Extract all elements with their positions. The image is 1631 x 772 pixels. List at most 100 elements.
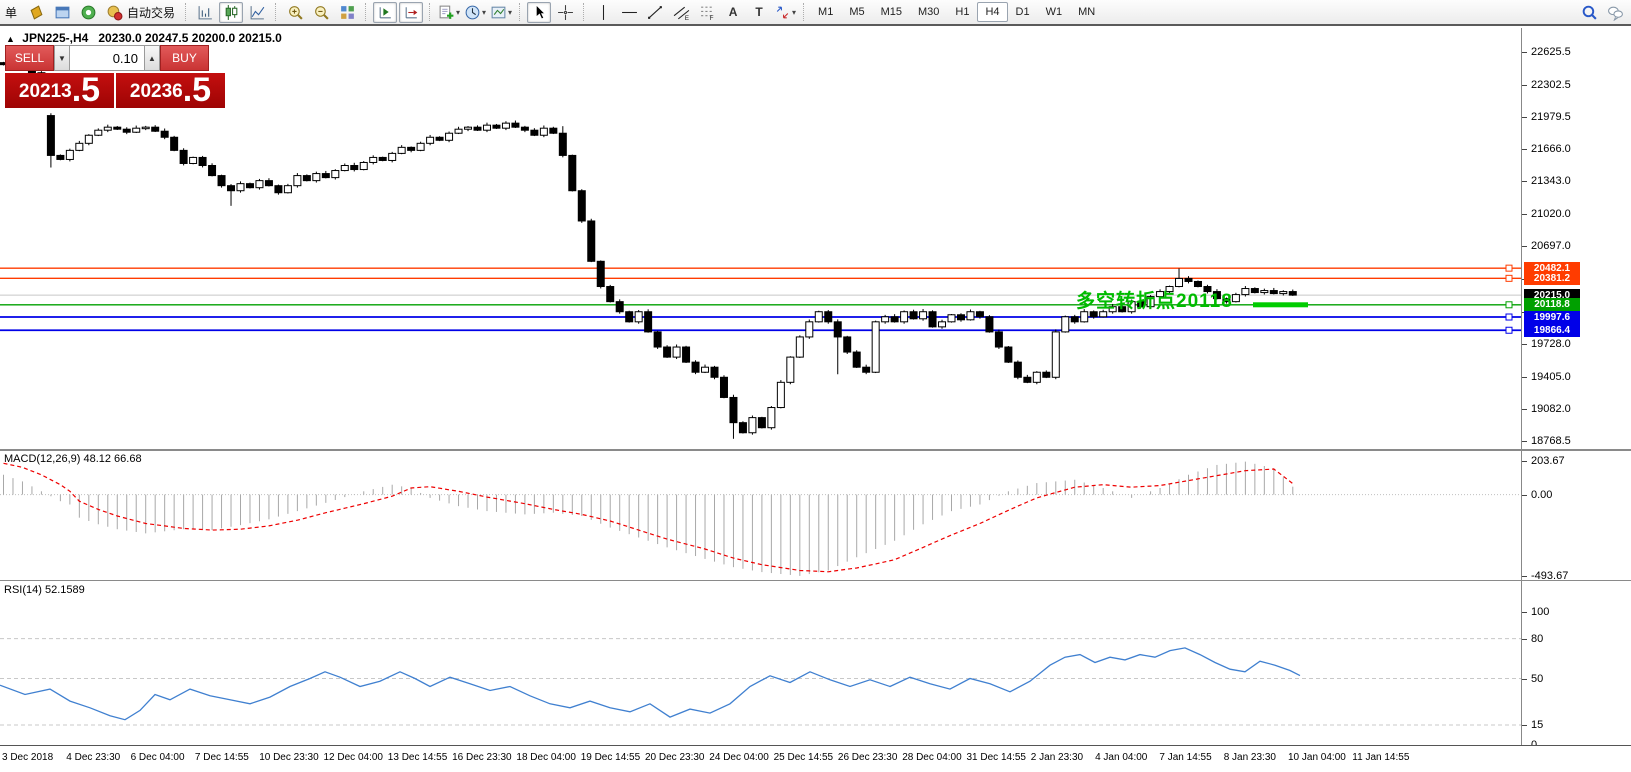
fibo-icon: F bbox=[700, 6, 714, 21]
rsi-panel-canvas[interactable] bbox=[0, 582, 1521, 745]
bar-chart-button[interactable] bbox=[193, 2, 217, 23]
time-axis-label: 10 Jan 04:00 bbox=[1288, 752, 1346, 763]
timeframe-m1-button[interactable]: M1 bbox=[810, 2, 841, 22]
candlestick-button[interactable] bbox=[219, 1, 244, 23]
menu-fragment[interactable]: 单 bbox=[5, 4, 17, 21]
channel-button[interactable]: E bbox=[669, 2, 693, 23]
time-axis-label: 20 Dec 23:30 bbox=[645, 752, 705, 763]
timeframe-h1-button[interactable]: H1 bbox=[947, 2, 977, 22]
rsi-panel-separator[interactable] bbox=[0, 580, 1631, 581]
trendline-button[interactable] bbox=[643, 2, 667, 23]
candle-body bbox=[369, 156, 378, 163]
time-axis-label: 24 Dec 04:00 bbox=[709, 752, 769, 763]
vertical-line-button[interactable] bbox=[591, 2, 615, 23]
periods-button[interactable]: ▾ bbox=[463, 2, 487, 23]
price-level-chip[interactable]: 20118.8 bbox=[1524, 298, 1580, 312]
volume-decrease-button[interactable]: ▼ bbox=[54, 45, 70, 71]
sell-price-box[interactable]: 20213.5 bbox=[5, 73, 114, 108]
zoom-out-button[interactable] bbox=[309, 2, 333, 23]
autotrading-button[interactable]: 自动交易 bbox=[101, 2, 180, 23]
line-handle[interactable] bbox=[1505, 274, 1513, 282]
tile-windows-button[interactable] bbox=[335, 2, 359, 23]
candle-body bbox=[862, 366, 871, 373]
volume-increase-button[interactable]: ▲ bbox=[144, 45, 160, 71]
candle-body bbox=[321, 173, 330, 179]
timeframe-h4-button[interactable]: H4 bbox=[977, 2, 1008, 22]
price-tick-dash bbox=[1522, 376, 1527, 378]
buy-button[interactable]: BUY bbox=[160, 45, 209, 71]
crosshair-button[interactable] bbox=[553, 2, 577, 23]
search-button[interactable] bbox=[1577, 2, 1601, 23]
rsi-tick-dash bbox=[1522, 678, 1527, 680]
timeframe-w1-button[interactable]: W1 bbox=[1038, 2, 1071, 22]
new-order-icon[interactable] bbox=[24, 2, 48, 23]
candle-body bbox=[227, 185, 236, 192]
time-axis-label: 6 Dec 04:00 bbox=[130, 752, 185, 763]
candle-body bbox=[302, 175, 311, 182]
profiles-icon[interactable] bbox=[50, 2, 74, 23]
text-button[interactable]: A bbox=[721, 2, 745, 23]
timeframe-d1-button[interactable]: D1 bbox=[1008, 2, 1038, 22]
volume-input[interactable] bbox=[70, 45, 144, 71]
trend-annotation-text[interactable]: 多空转折点20118 bbox=[1076, 286, 1233, 313]
new-chart-button[interactable]: ▾ bbox=[437, 2, 461, 23]
candle-body bbox=[359, 161, 368, 171]
time-axis-label: 4 Jan 04:00 bbox=[1095, 752, 1148, 763]
collapse-triangle-icon[interactable]: ▲ bbox=[6, 34, 15, 44]
rsi-axis-label: 100 bbox=[1531, 606, 1550, 618]
candle-body bbox=[378, 156, 387, 161]
toolbar-separator bbox=[803, 3, 805, 21]
green-trend-segment[interactable] bbox=[1253, 302, 1308, 308]
fibonacci-button[interactable]: F bbox=[695, 2, 719, 23]
toolbar: 单自动交易 ▾ ▾ ▾ E F A T ▾ M1 M5 M15 M30 H1 H4 D1 W1 MN bbox=[0, 0, 1631, 26]
timeframe-m5-button[interactable]: M5 bbox=[841, 2, 872, 22]
line-handle[interactable] bbox=[1505, 301, 1513, 309]
price-tick-label: 21979.5 bbox=[1531, 111, 1571, 124]
line-chart-button[interactable] bbox=[245, 2, 269, 23]
candle-body bbox=[473, 126, 482, 131]
chart-shift-button[interactable] bbox=[399, 1, 424, 23]
line-handle[interactable] bbox=[1505, 313, 1513, 321]
time-axis[interactable]: 3 Dec 2018 4 Dec 23:30 6 Dec 04:00 7 Dec 14… bbox=[0, 745, 1631, 772]
main-chart-canvas[interactable] bbox=[0, 28, 1521, 450]
toolbar-separator bbox=[519, 3, 521, 21]
price-level-chip[interactable]: 19997.6 bbox=[1524, 310, 1580, 324]
buy-price-box[interactable]: 20236.5 bbox=[116, 73, 225, 108]
price-tick-label: 18768.5 bbox=[1531, 434, 1571, 447]
sell-button[interactable]: SELL bbox=[5, 45, 54, 71]
arrows-button[interactable]: ▾ bbox=[773, 2, 797, 23]
templates-button[interactable]: ▾ bbox=[489, 2, 513, 23]
price-tick-label: 22625.5 bbox=[1531, 46, 1571, 58]
auto-scroll-button[interactable] bbox=[373, 1, 398, 23]
candle-body bbox=[682, 346, 691, 363]
rsi-axis-label: 80 bbox=[1531, 632, 1544, 645]
candle-body bbox=[151, 126, 160, 132]
market-watch-icon[interactable] bbox=[76, 2, 100, 23]
chat-button[interactable] bbox=[1603, 2, 1627, 23]
candle-body bbox=[606, 286, 615, 303]
price-level-chip[interactable]: 20381.2 bbox=[1524, 271, 1580, 285]
macd-panel-separator[interactable] bbox=[0, 449, 1631, 451]
cursor-button[interactable] bbox=[527, 1, 552, 23]
timeframe-mn-button[interactable]: MN bbox=[1070, 2, 1103, 22]
price-level-chip[interactable]: 19866.4 bbox=[1524, 323, 1580, 337]
svg-text:F: F bbox=[709, 14, 713, 20]
candle-body bbox=[568, 154, 577, 192]
candles-icon bbox=[225, 4, 237, 20]
zoom-in-button[interactable] bbox=[283, 2, 307, 23]
timeframe-m30-button[interactable]: M30 bbox=[910, 2, 947, 22]
macd-panel-canvas[interactable] bbox=[0, 452, 1521, 580]
line-handle[interactable] bbox=[1505, 326, 1513, 334]
candle-body bbox=[65, 149, 74, 160]
text-label-button[interactable]: T bbox=[747, 2, 771, 23]
candle-body bbox=[776, 381, 785, 409]
one-click-trading-panel: SELL ▼ ▲ BUY 20213.5 20236.5 bbox=[5, 45, 225, 108]
price-axis[interactable]: 22625.5 22302.5 21979.5 21666.0 21343.0 21020… bbox=[1521, 28, 1631, 751]
timeframe-m15-button[interactable]: M15 bbox=[873, 2, 910, 22]
line-handle[interactable] bbox=[1505, 264, 1513, 272]
horizontal-line-button[interactable] bbox=[617, 2, 641, 23]
candle-body bbox=[1023, 376, 1032, 383]
rsi-axis-label: 15 bbox=[1531, 719, 1544, 732]
candle-body bbox=[388, 152, 397, 161]
candle-body bbox=[482, 124, 491, 131]
